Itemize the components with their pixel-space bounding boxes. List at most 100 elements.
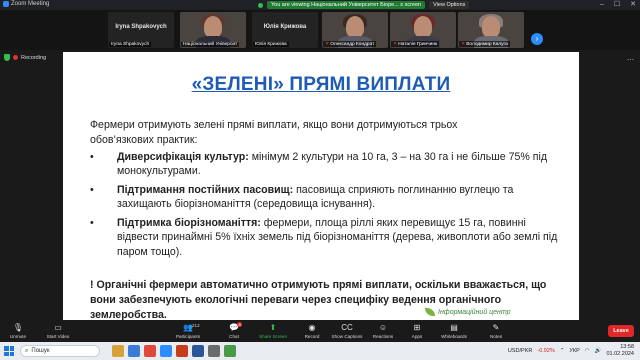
apps-icon: ⊞ [413, 323, 421, 332]
search-icon: ⌕ [25, 347, 29, 354]
file-explorer-icon[interactable] [112, 345, 124, 357]
slide-intro: Фермери отримують зелені прямі виплати, … [90, 119, 458, 146]
record-icon: ◉ [308, 323, 316, 332]
shared-screen-slide: «ЗЕЛЕНІ» ПРЯМІ ВИПЛАТИ Фермери отримують… [63, 52, 579, 320]
window-title-bar: Zoom Meeting You are viewing Національни… [0, 0, 640, 10]
share-screen-icon: ⬆ [269, 323, 277, 332]
participants-icon: 👥 [183, 323, 193, 332]
participant-name: Володимир Калуга [466, 41, 508, 47]
share-screen-button[interactable]: ⬆ Share Screen [253, 323, 293, 339]
record-label: Record [304, 334, 320, 339]
participant-name: Наталія Гринчинк [398, 41, 438, 47]
unmute-button[interactable]: 🎙 Unmute [0, 323, 38, 339]
leaf-icon [425, 308, 435, 316]
chat-button[interactable]: 💬 8 Chat [214, 322, 254, 339]
bullet-heading: Підтримання постійних пасовищ: [117, 184, 294, 197]
microphone-muted-icon: 🎙 [12, 323, 24, 332]
search-placeholder: Пошук [31, 348, 50, 354]
participant-name: Юлія Крижова [255, 42, 287, 47]
taskbar-app-icon[interactable] [224, 345, 236, 357]
participant-tile[interactable]: ✕ Олександр Кондрат [322, 12, 388, 48]
taskbar-apps [112, 345, 236, 357]
participant-tile[interactable]: Національний Університ [180, 12, 246, 48]
unmute-label: Unmute [9, 334, 27, 339]
leave-button[interactable]: Leave [608, 325, 634, 337]
participant-label: ✕ Володимир Калуга [459, 41, 510, 47]
participant-tile[interactable]: Юлія Крижова Юлія Крижова [252, 12, 318, 48]
participant-tile[interactable]: Iryna Shpakovych Iryna Shpakovych [108, 12, 174, 48]
muted-mic-icon: ✕ [461, 41, 466, 47]
share-screen-label: Share Screen [258, 334, 288, 339]
close-icon[interactable]: ✕ [630, 0, 636, 10]
volume-icon[interactable]: 🔊 [595, 348, 602, 354]
chrome-browser-icon[interactable] [144, 345, 156, 357]
clock-date: 01.02.2024 [606, 350, 634, 357]
word-icon[interactable] [192, 345, 204, 357]
ticker-change: -0.92% [537, 347, 555, 354]
participant-tile[interactable]: ✕ Наталія Гринчинк [390, 12, 456, 48]
whiteboards-button[interactable]: ▤ Whiteboards [434, 323, 474, 339]
participant-face [414, 16, 432, 38]
participant-name: Національний Університ [183, 42, 238, 47]
bullet-heading: Диверсифікація культур: [117, 151, 249, 163]
start-video-label: Start Video [46, 334, 70, 339]
participant-name: Олександр Кондрат [330, 41, 375, 47]
reactions-label: Reactions [372, 334, 394, 339]
zoom-app-icon[interactable] [160, 345, 172, 357]
share-banner-text: You are viewing Національний Університет… [267, 1, 426, 9]
taskbar-search[interactable]: ⌕ Пошук [20, 345, 100, 357]
share-status-icon [258, 2, 263, 8]
participant-face [482, 16, 500, 38]
next-participants-button[interactable]: › [531, 33, 543, 45]
edge-browser-icon[interactable] [128, 345, 140, 357]
slide-title: «ЗЕЛЕНІ» ПРЯМІ ВИПЛАТИ [191, 74, 451, 95]
clock[interactable]: 13:58 01.02.2024 [606, 344, 634, 357]
participant-face [204, 16, 222, 38]
whiteboard-icon: ▤ [450, 323, 458, 332]
chat-label: Chat [229, 334, 239, 339]
windows-start-icon[interactable] [4, 346, 14, 356]
participant-name: Iryna Shpakovych [111, 42, 150, 47]
wifi-icon[interactable]: ◠ [585, 348, 590, 354]
participant-strip: Iryna Shpakovych Iryna Shpakovych Націон… [0, 10, 640, 50]
notes-button[interactable]: ✎ Notes [476, 323, 516, 339]
slide-bullet: • Диверсифікація культур: мінімум 2 культ… [90, 150, 560, 179]
slide-bullet: • Підтримання постійних пасовищ: пасовища… [90, 183, 560, 212]
more-options-icon[interactable]: ⋯ [627, 56, 634, 64]
minimize-icon[interactable]: – [600, 0, 604, 10]
system-tray: USD/PKR -0.92% ⌃ УКР ◠ 🔊 13:58 01.02.202… [508, 344, 634, 357]
bullet-icon: • [90, 151, 94, 163]
slide-logo-text: Інформаційний центр [438, 308, 511, 316]
muted-mic-icon: ✕ [393, 41, 398, 47]
record-button[interactable]: ◉ Record [292, 323, 332, 339]
notes-icon: ✎ [492, 323, 500, 332]
slide-logo: Інформаційний центр [425, 308, 511, 316]
share-banner: You are viewing Національний Університет… [258, 0, 470, 10]
window-title: Zoom Meeting [11, 1, 50, 7]
view-options-button[interactable]: View Options [429, 1, 470, 9]
participant-big-name: Юлія Крижова [263, 24, 307, 30]
language-indicator[interactable]: УКР [569, 348, 579, 354]
recording-indicator[interactable]: Recording [4, 54, 46, 61]
chat-icon: 💬 [229, 323, 239, 332]
participants-button[interactable]: 👥 212 Participants [168, 323, 208, 339]
maximize-icon[interactable]: ☐ [614, 0, 620, 10]
taskbar-app-icon[interactable] [208, 345, 220, 357]
recording-label: Recording [21, 54, 47, 61]
apps-button[interactable]: ⊞ Apps [397, 323, 437, 339]
apps-label: Apps [411, 334, 423, 339]
bullet-icon: • [90, 184, 94, 197]
participant-tile[interactable]: ✕ Володимир Калуга [458, 12, 524, 48]
captions-icon: CC [341, 323, 353, 332]
start-video-button[interactable]: ▭ Start Video [38, 323, 78, 339]
bullet-icon: • [90, 217, 94, 230]
tray-chevron-icon[interactable]: ⌃ [560, 348, 565, 354]
show-captions-label: Show Captions [331, 334, 363, 339]
participant-face [346, 16, 364, 38]
powerpoint-icon[interactable] [176, 345, 188, 357]
participant-label: Національний Університ [181, 42, 240, 47]
app-title: Zoom Meeting [3, 1, 49, 7]
meeting-controls-bar: 🎙 Unmute ▭ Start Video 👥 212 Participants 💬 8… [0, 320, 640, 342]
video-off-icon: ▭ [54, 323, 62, 332]
show-captions-button[interactable]: CC Show Captions [327, 323, 367, 339]
